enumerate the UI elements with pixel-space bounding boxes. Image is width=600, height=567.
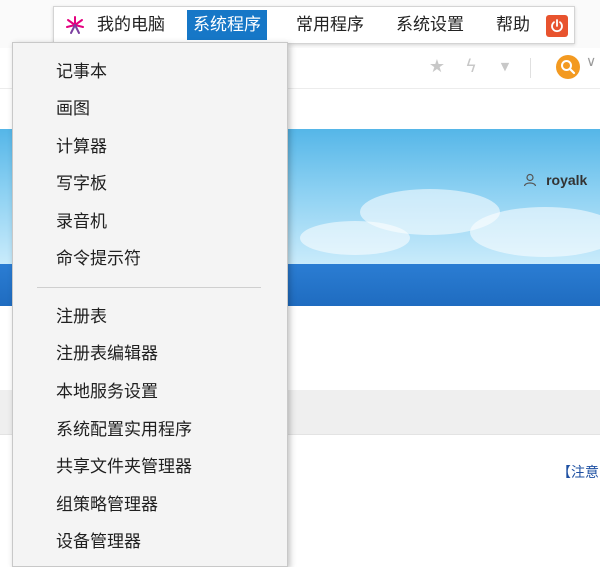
menu-help[interactable]: 帮助 xyxy=(490,10,536,40)
search-button[interactable] xyxy=(556,55,580,79)
system-programs-dropdown: 记事本 画图 计算器 写字板 录音机 命令提示符 注册表 注册表编辑器 本地服务… xyxy=(12,42,288,567)
toolbar-divider xyxy=(530,58,531,78)
menu-my-computer[interactable]: 我的电脑 xyxy=(91,10,171,40)
chevron-down-icon[interactable]: ∨ xyxy=(586,54,596,70)
cloud-decoration xyxy=(300,221,410,255)
dropdown-arrow-icon[interactable]: ▼ xyxy=(494,56,516,78)
lightning-icon[interactable]: ϟ xyxy=(460,56,482,78)
notice-link[interactable]: 【注意 xyxy=(557,462,599,482)
flower-logo-icon xyxy=(66,16,84,34)
menu-item-command-prompt[interactable]: 命令提示符 xyxy=(13,241,287,278)
menu-item-system-config[interactable]: 系统配置实用程序 xyxy=(13,412,287,449)
user-icon xyxy=(523,173,537,186)
search-icon xyxy=(561,60,576,75)
app-menubar: 我的电脑 系统程序 常用程序 系统设置 帮助 xyxy=(53,6,575,44)
power-button[interactable] xyxy=(546,15,568,37)
username[interactable]: royalk xyxy=(546,172,587,188)
menu-system-settings[interactable]: 系统设置 xyxy=(390,10,470,40)
menu-item-paint[interactable]: 画图 xyxy=(13,91,287,128)
cloud-decoration xyxy=(470,207,600,257)
menu-item-group-policy[interactable]: 组策略管理器 xyxy=(13,487,287,524)
menu-item-device-manager[interactable]: 设备管理器 xyxy=(13,524,287,561)
power-icon xyxy=(551,19,563,33)
user-info[interactable]: royalk xyxy=(523,169,587,189)
menu-system-programs[interactable]: 系统程序 xyxy=(187,10,267,40)
menu-item-notepad[interactable]: 记事本 xyxy=(13,54,287,91)
menu-common-programs[interactable]: 常用程序 xyxy=(290,10,370,40)
menu-divider xyxy=(37,287,261,288)
menu-item-wordpad[interactable]: 写字板 xyxy=(13,166,287,203)
menu-item-local-services[interactable]: 本地服务设置 xyxy=(13,374,287,411)
menu-item-registry[interactable]: 注册表 xyxy=(13,299,287,336)
menu-item-calculator[interactable]: 计算器 xyxy=(13,129,287,166)
menu-item-sound-recorder[interactable]: 录音机 xyxy=(13,204,287,241)
star-icon[interactable]: ★ xyxy=(426,56,448,78)
menu-item-registry-editor[interactable]: 注册表编辑器 xyxy=(13,336,287,373)
menu-item-shared-folders[interactable]: 共享文件夹管理器 xyxy=(13,449,287,486)
